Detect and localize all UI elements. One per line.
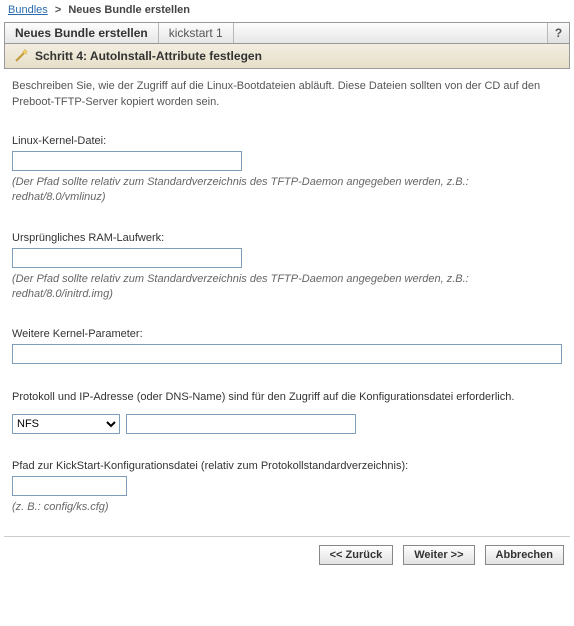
protocol-text: Protokoll und IP-Adresse (oder DNS-Name)… — [12, 390, 562, 406]
back-button[interactable]: << Zurück — [319, 545, 394, 565]
protocol-select[interactable]: NFS — [12, 414, 120, 434]
ramdisk-label: Ursprüngliches RAM-Laufwerk: — [12, 232, 562, 244]
kernel-hint: (Der Pfad sollte relativ zum Standardver… — [12, 175, 562, 206]
cancel-button[interactable]: Abbrechen — [485, 545, 564, 565]
ramdisk-hint: (Der Pfad sollte relativ zum Standardver… — [12, 272, 562, 303]
kernelparams-label: Weitere Kernel-Parameter: — [12, 328, 562, 340]
kernelparams-input[interactable] — [12, 344, 562, 364]
title-main: Neues Bundle erstellen — [5, 23, 159, 43]
kernel-input[interactable] — [12, 151, 242, 171]
field-ramdisk: Ursprüngliches RAM-Laufwerk: (Der Pfad s… — [12, 232, 562, 303]
kernel-label: Linux-Kernel-Datei: — [12, 135, 562, 147]
field-kspath: Pfad zur KickStart-Konfigurationsdatei (… — [12, 460, 562, 515]
step-label: Schritt 4: AutoInstall-Attribute festleg… — [35, 49, 262, 63]
protocol-address-input[interactable] — [126, 414, 356, 434]
ramdisk-input[interactable] — [12, 248, 242, 268]
content-area: Beschreiben Sie, wie der Zugriff auf die… — [0, 69, 574, 532]
wand-icon — [13, 48, 29, 64]
title-subtitle: kickstart 1 — [159, 23, 234, 43]
button-row: << Zurück Weiter >> Abbrechen — [4, 536, 570, 573]
breadcrumb-separator: > — [55, 4, 61, 16]
kspath-hint: (z. B.: config/ks.cfg) — [12, 500, 562, 515]
field-kernelparams: Weitere Kernel-Parameter: — [12, 328, 562, 364]
step-bar: Schritt 4: AutoInstall-Attribute festleg… — [4, 44, 570, 69]
title-bar: Neues Bundle erstellen kickstart 1 ? — [4, 22, 570, 44]
field-kernel: Linux-Kernel-Datei: (Der Pfad sollte rel… — [12, 135, 562, 206]
kspath-label: Pfad zur KickStart-Konfigurationsdatei (… — [12, 460, 562, 472]
next-button[interactable]: Weiter >> — [403, 545, 474, 565]
breadcrumb-current: Neues Bundle erstellen — [68, 4, 190, 16]
help-button[interactable]: ? — [547, 23, 569, 43]
field-protocol: Protokoll und IP-Adresse (oder DNS-Name)… — [12, 390, 562, 434]
description-text: Beschreiben Sie, wie der Zugriff auf die… — [12, 79, 562, 111]
breadcrumb-link-bundles[interactable]: Bundles — [8, 4, 48, 16]
kspath-input[interactable] — [12, 476, 127, 496]
breadcrumb: Bundles > Neues Bundle erstellen — [0, 0, 574, 20]
